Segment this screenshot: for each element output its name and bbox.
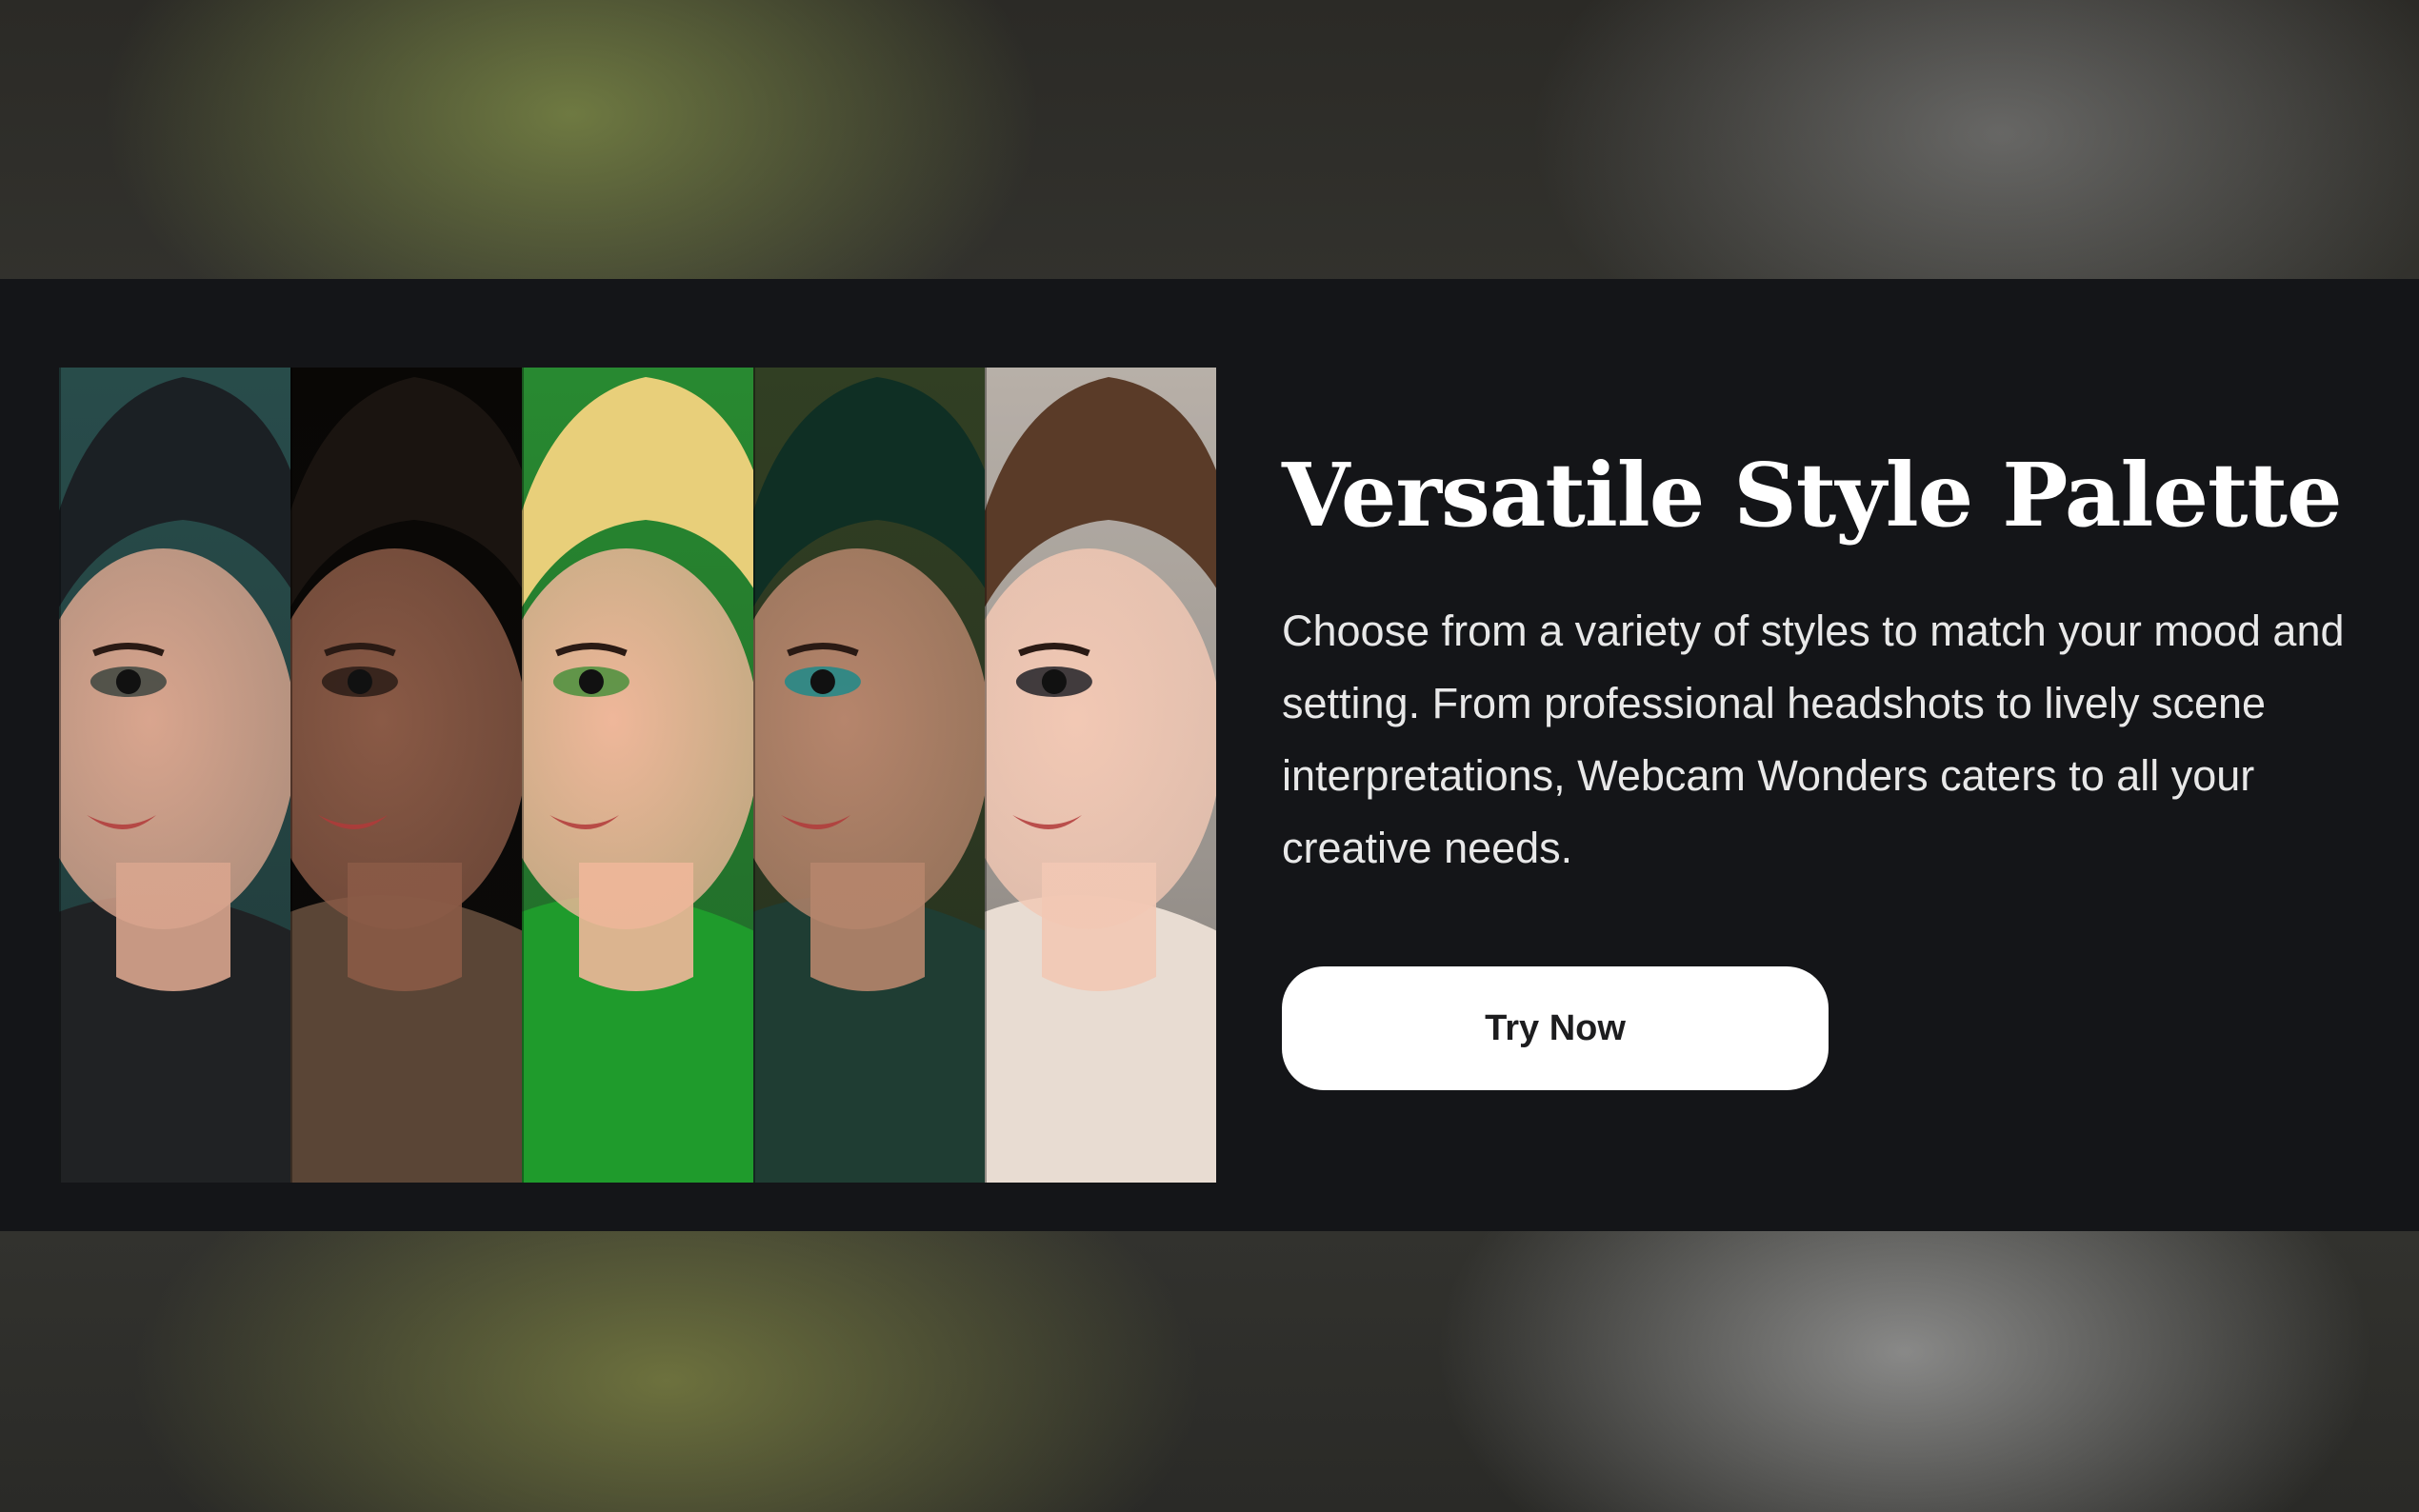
style-portrait-teal-mask bbox=[753, 368, 985, 1183]
portrait-image bbox=[59, 368, 290, 1183]
style-portrait-sunglasses-natural bbox=[985, 368, 1216, 1183]
portrait-image bbox=[753, 368, 985, 1183]
style-gallery bbox=[59, 368, 1216, 1183]
feature-description: Choose from a variety of styles to match… bbox=[1282, 607, 2345, 873]
style-portrait-dark-leather bbox=[59, 368, 290, 1183]
style-portrait-green-fantasy bbox=[522, 368, 753, 1183]
feature-title: Versatile Style Palette bbox=[1282, 444, 2343, 547]
background-blur-top bbox=[0, 0, 2419, 279]
portrait-image bbox=[985, 368, 1216, 1183]
try-now-button[interactable]: Try Now bbox=[1282, 966, 1829, 1091]
portrait-image bbox=[522, 368, 753, 1183]
style-portrait-noir-trenchcoat bbox=[290, 368, 522, 1183]
background-blur-bottom bbox=[0, 1231, 2419, 1512]
feature-content: Versatile Style Palette Choose from a va… bbox=[1282, 444, 2406, 1091]
portrait-image bbox=[290, 368, 522, 1183]
page: Versatile Style Palette Choose from a va… bbox=[0, 0, 2419, 1512]
